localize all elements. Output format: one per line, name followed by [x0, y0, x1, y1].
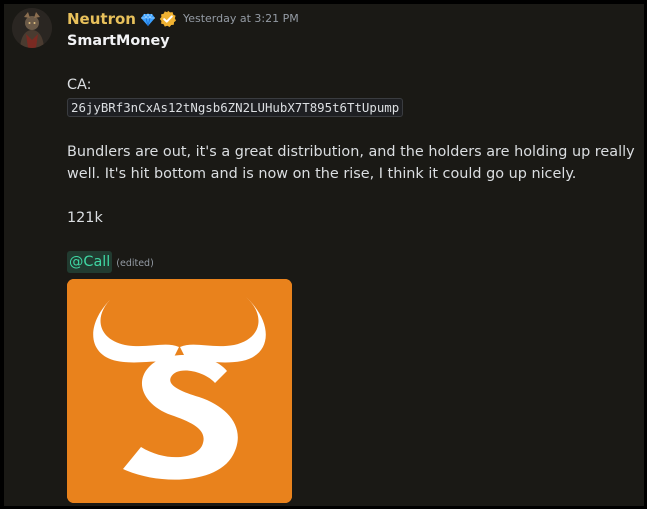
role-mention[interactable]: @Call: [67, 251, 113, 273]
amount-text: 121k: [67, 210, 103, 226]
image-attachment[interactable]: [67, 279, 292, 503]
username[interactable]: Neutron: [67, 9, 136, 29]
message-paragraph: Bundlers are out, it's a great distribut…: [67, 144, 635, 182]
bull-s-logo: [67, 279, 292, 503]
screenshot-frame: Neutron Yesterday at 3:21 PM SmartMoney: [0, 0, 647, 509]
gem-icon: [140, 12, 156, 27]
contract-address-code[interactable]: 26jyBRf3nCxAs12tNgsb6ZN2LUHubX7T895t6TtU…: [67, 98, 404, 117]
chat-message: Neutron Yesterday at 3:21 PM SmartMoney: [4, 4, 644, 506]
message-title: SmartMoney: [67, 33, 170, 49]
message-content: SmartMoney CA: 26jyBRf3nCxAs12tNgsb6ZN2L…: [67, 30, 637, 503]
verified-icon: [159, 10, 177, 28]
timestamp: Yesterday at 3:21 PM: [182, 12, 299, 25]
ca-label: CA:: [67, 77, 92, 93]
message-header: Neutron Yesterday at 3:21 PM: [67, 8, 299, 30]
edited-label: (edited): [116, 258, 154, 269]
avatar-image: [12, 8, 52, 48]
avatar[interactable]: [12, 8, 52, 48]
